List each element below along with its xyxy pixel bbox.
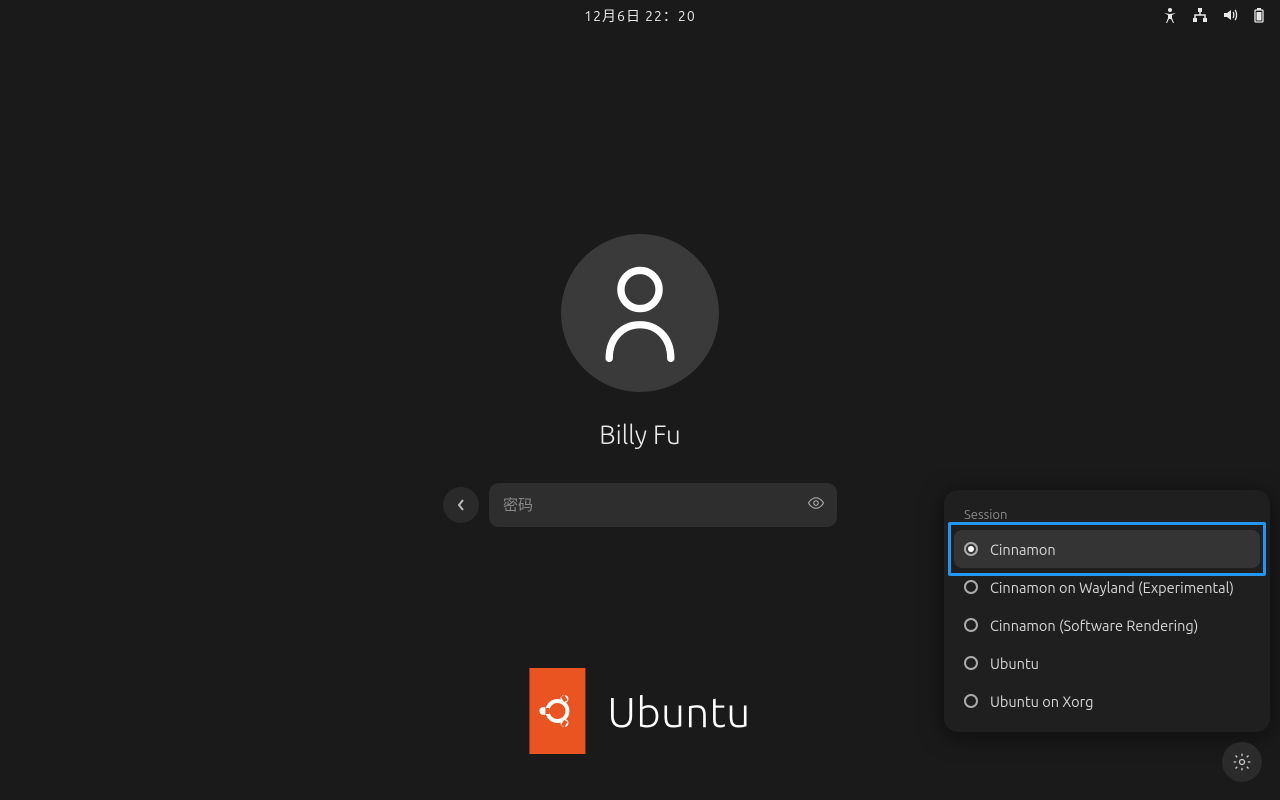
password-row xyxy=(443,483,837,527)
radio-icon xyxy=(964,656,978,670)
password-input[interactable] xyxy=(503,497,823,514)
session-menu: Session Cinnamon Cinnamon on Wayland (Ex… xyxy=(944,490,1270,732)
login-panel: Billy Fu xyxy=(440,234,840,527)
radio-icon xyxy=(964,542,978,556)
radio-icon xyxy=(964,694,978,708)
session-item-label: Cinnamon (Software Rendering) xyxy=(990,617,1198,634)
show-password-icon[interactable] xyxy=(807,494,825,516)
session-gear-button[interactable] xyxy=(1222,742,1262,782)
system-indicators xyxy=(1162,0,1268,32)
username-label: Billy Fu xyxy=(599,420,680,449)
password-field-container xyxy=(489,483,837,527)
session-heading: Session xyxy=(954,508,1260,530)
brand-name: Ubuntu xyxy=(607,688,750,735)
session-item-cinnamon-software[interactable]: Cinnamon (Software Rendering) xyxy=(954,606,1260,644)
avatar xyxy=(561,234,719,392)
session-item-cinnamon[interactable]: Cinnamon xyxy=(954,530,1260,568)
session-item-label: Cinnamon on Wayland (Experimental) xyxy=(990,579,1234,596)
session-item-label: Ubuntu on Xorg xyxy=(990,693,1093,710)
battery-icon[interactable] xyxy=(1252,7,1268,26)
ubuntu-logo-icon xyxy=(529,668,585,754)
branding: Ubuntu xyxy=(529,668,750,754)
accessibility-icon[interactable] xyxy=(1162,7,1178,26)
network-icon[interactable] xyxy=(1192,7,1208,26)
radio-icon xyxy=(964,580,978,594)
session-item-label: Ubuntu xyxy=(990,655,1039,672)
session-item-label: Cinnamon xyxy=(990,541,1056,558)
clock[interactable]: 12月6日 22：20 xyxy=(584,6,695,26)
session-item-ubuntu[interactable]: Ubuntu xyxy=(954,644,1260,682)
session-item-ubuntu-xorg[interactable]: Ubuntu on Xorg xyxy=(954,682,1260,720)
volume-icon[interactable] xyxy=(1222,7,1238,26)
back-button[interactable] xyxy=(443,487,479,523)
top-bar: 12月6日 22：20 xyxy=(0,0,1280,32)
session-list: Cinnamon Cinnamon on Wayland (Experiment… xyxy=(954,530,1260,720)
session-item-cinnamon-wayland[interactable]: Cinnamon on Wayland (Experimental) xyxy=(954,568,1260,606)
radio-icon xyxy=(964,618,978,632)
